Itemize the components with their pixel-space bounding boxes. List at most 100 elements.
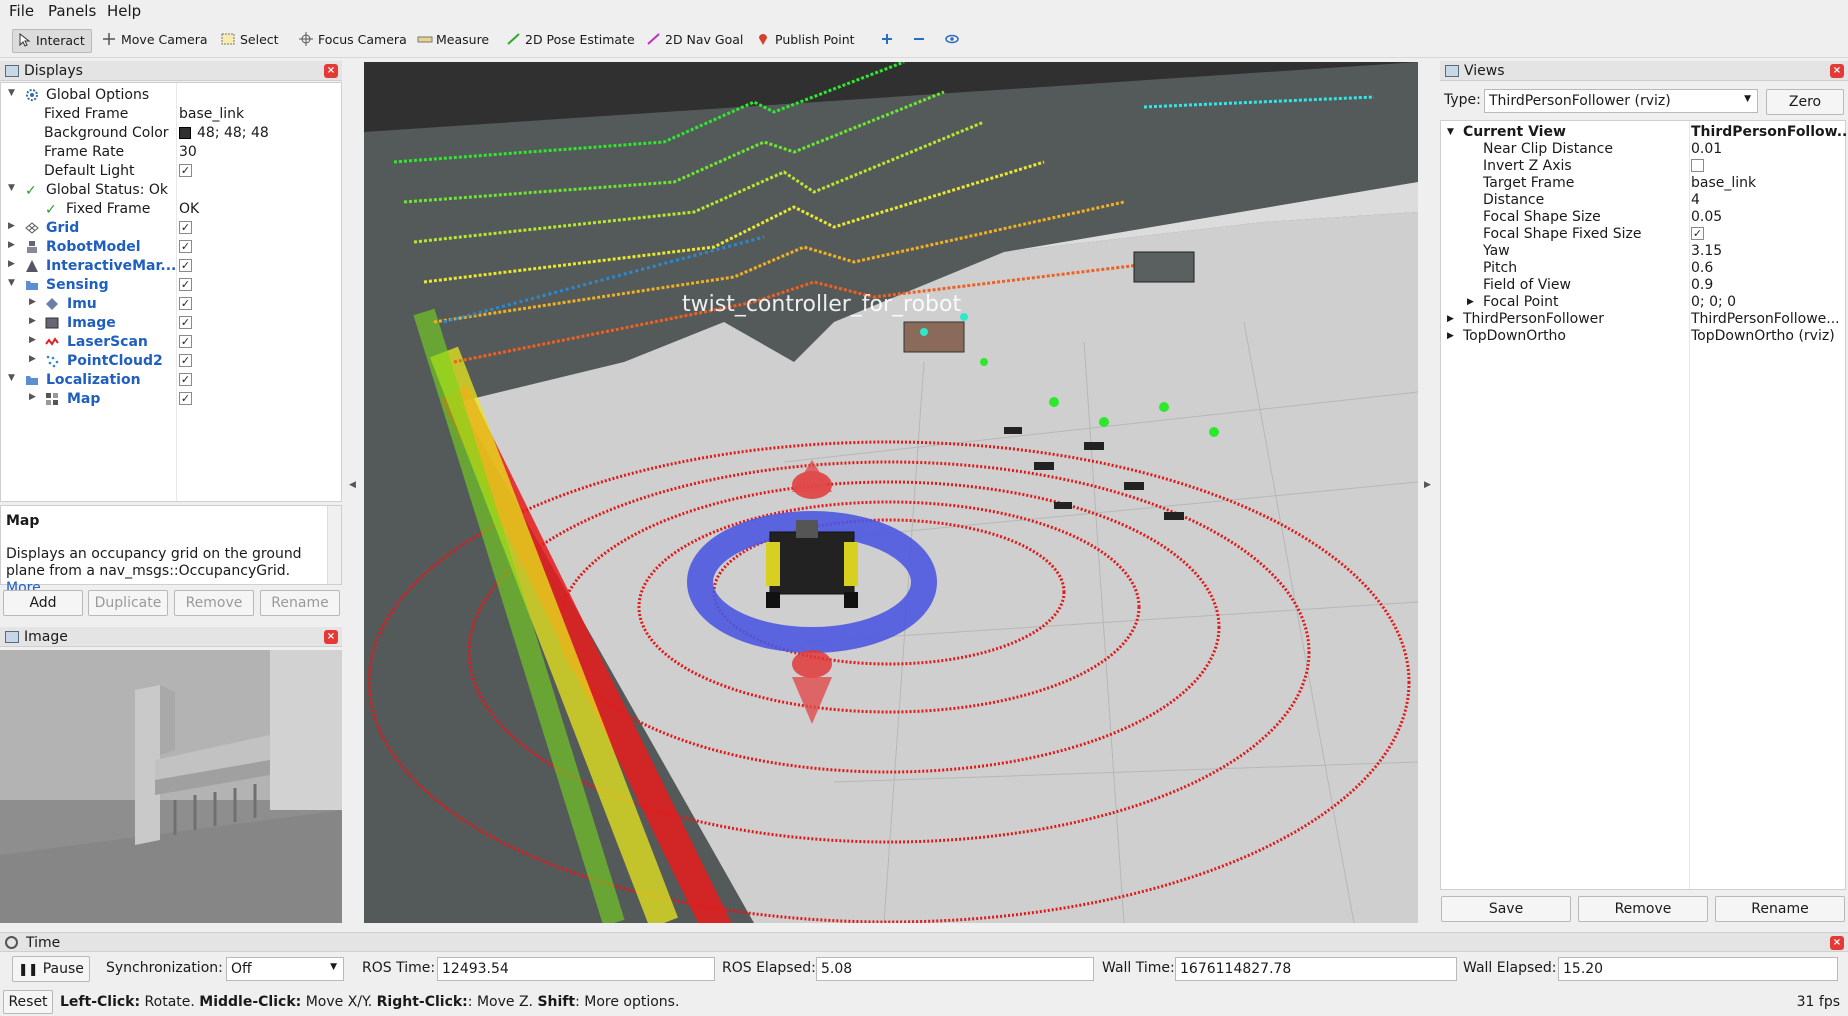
localization-checkbox[interactable]: ✓ — [179, 373, 192, 386]
tree-row-map[interactable]: ▶ Map ✓ — [1, 390, 341, 409]
tree-row-interactive-markers[interactable]: ▶ InteractiveMar... ✓ — [1, 257, 341, 276]
tree-row-localization[interactable]: ▼ Localization ✓ — [1, 371, 341, 390]
expand-arrow-icon[interactable]: ▼ — [8, 373, 15, 383]
close-icon[interactable]: × — [1830, 64, 1844, 78]
tree-row-sensing[interactable]: ▼ Sensing ✓ — [1, 276, 341, 295]
tree-row-pointcloud2[interactable]: ▶ PointCloud2 ✓ — [1, 352, 341, 371]
remove-display-button[interactable]: Remove — [174, 590, 254, 616]
color-swatch[interactable] — [179, 127, 191, 139]
collapse-arrow-icon[interactable]: ▶ — [1447, 314, 1454, 324]
interact-tool-button[interactable]: Interact — [12, 29, 92, 53]
move-camera-tool-button[interactable]: Move Camera — [98, 29, 214, 53]
wall-time-field[interactable]: 1676114827.78 — [1175, 957, 1457, 981]
collapse-arrow-icon[interactable]: ▶ — [29, 335, 36, 345]
collapse-arrow-icon[interactable]: ▶ — [29, 392, 36, 402]
focal-shape-fixed-checkbox[interactable]: ✓ — [1691, 227, 1704, 240]
select-tool-button[interactable]: Select — [217, 29, 285, 53]
view-row-near-clip[interactable]: Near Clip Distance 0.01 — [1441, 141, 1845, 158]
tree-row-grid[interactable]: ▶ Grid ✓ — [1, 219, 341, 238]
collapse-arrow-icon[interactable]: ▶ — [8, 259, 15, 269]
pause-button[interactable]: ❚❚ Pause — [12, 956, 90, 982]
collapse-arrow-icon[interactable]: ▶ — [29, 316, 36, 326]
collapse-arrow-icon[interactable]: ▶ — [1467, 297, 1474, 307]
frame-rate-value[interactable]: 30 — [179, 144, 197, 160]
tree-row-global-status[interactable]: ▼ ✓ Global Status: Ok — [1, 181, 341, 200]
close-icon[interactable]: × — [324, 64, 338, 78]
publish-point-tool-button[interactable]: Publish Point — [752, 29, 861, 53]
pose-estimate-tool-button[interactable]: 2D Pose Estimate — [502, 29, 641, 53]
save-view-button[interactable]: Save — [1441, 896, 1571, 922]
remove-view-button[interactable]: Remove — [1578, 896, 1708, 922]
view-row-pitch[interactable]: Pitch 0.6 — [1441, 260, 1845, 277]
expand-arrow-icon[interactable]: ▼ — [1447, 127, 1454, 137]
menu-file[interactable]: File — [9, 2, 34, 20]
right-splitter[interactable]: ▶ — [1420, 62, 1436, 923]
imu-checkbox[interactable]: ✓ — [179, 297, 192, 310]
view-row-target-frame[interactable]: Target Frame base_link — [1441, 175, 1845, 192]
left-splitter[interactable]: ◀ — [344, 62, 362, 923]
collapse-arrow-icon[interactable]: ▶ — [1447, 331, 1454, 341]
laserscan-checkbox[interactable]: ✓ — [179, 335, 192, 348]
zero-button[interactable]: Zero — [1766, 89, 1844, 115]
map-checkbox[interactable]: ✓ — [179, 392, 192, 405]
tree-row-status-fixed-frame[interactable]: ✓ Fixed Frame OK — [1, 200, 341, 219]
grid-checkbox[interactable]: ✓ — [179, 221, 192, 234]
nav-goal-tool-button[interactable]: 2D Nav Goal — [642, 29, 749, 53]
view-row-focal-point[interactable]: ▶ Focal Point 0; 0; 0 — [1441, 294, 1845, 311]
view-row-field-of-view[interactable]: Field of View 0.9 — [1441, 277, 1845, 294]
view-row-yaw[interactable]: Yaw 3.15 — [1441, 243, 1845, 260]
tree-row-laserscan[interactable]: ▶ LaserScan ✓ — [1, 333, 341, 352]
rename-display-button[interactable]: Rename — [260, 590, 340, 616]
tree-row-default-light[interactable]: Default Light ✓ — [1, 162, 341, 181]
fixed-frame-value[interactable]: base_link — [179, 106, 244, 122]
ros-time-field[interactable]: 12493.54 — [437, 957, 715, 981]
invert-z-checkbox[interactable] — [1691, 159, 1704, 172]
expand-arrow-icon[interactable]: ▼ — [8, 278, 15, 288]
collapse-arrow-icon[interactable]: ▶ — [29, 354, 36, 364]
duplicate-display-button[interactable]: Duplicate — [88, 590, 168, 616]
synchronization-select[interactable]: Off ▼ — [226, 957, 344, 981]
view-row-distance[interactable]: Distance 4 — [1441, 192, 1845, 209]
view-row-top-down-ortho[interactable]: ▶ TopDownOrtho TopDownOrtho (rviz) — [1441, 328, 1845, 345]
close-icon[interactable]: × — [1830, 936, 1844, 950]
reset-button[interactable]: Reset — [3, 990, 53, 1014]
expand-arrow-icon[interactable]: ▼ — [8, 88, 15, 98]
ros-elapsed-field[interactable]: 5.08 — [816, 957, 1094, 981]
render-3d-view[interactable]: twist_controller_for_robot — [364, 62, 1418, 923]
expand-arrow-icon[interactable]: ▼ — [8, 183, 15, 193]
description-scrollbar[interactable] — [327, 506, 341, 584]
tree-row-fixed-frame[interactable]: Fixed Frame base_link — [1, 105, 341, 124]
tree-row-image[interactable]: ▶ Image ✓ — [1, 314, 341, 333]
collapse-arrow-icon[interactable]: ▶ — [8, 221, 15, 231]
view-row-third-person-follower[interactable]: ▶ ThirdPersonFollower ThirdPersonFollowe… — [1441, 311, 1845, 328]
view-row-invert-z[interactable]: Invert Z Axis — [1441, 158, 1845, 175]
sensing-checkbox[interactable]: ✓ — [179, 278, 192, 291]
interactive-markers-checkbox[interactable]: ✓ — [179, 259, 192, 272]
background-color-value[interactable]: 48; 48; 48 — [197, 125, 269, 141]
view-type-select[interactable]: ThirdPersonFollower (rviz) ▼ — [1484, 89, 1758, 113]
add-display-button[interactable]: Add — [3, 590, 83, 616]
robot-model-checkbox[interactable]: ✓ — [179, 240, 192, 253]
pointcloud2-checkbox[interactable]: ✓ — [179, 354, 192, 367]
tree-row-background-color[interactable]: Background Color 48; 48; 48 — [1, 124, 341, 143]
wall-elapsed-field[interactable]: 15.20 — [1558, 957, 1838, 981]
image-checkbox[interactable]: ✓ — [179, 316, 192, 329]
view-row-focal-shape-size[interactable]: Focal Shape Size 0.05 — [1441, 209, 1845, 226]
view-row-current-view[interactable]: ▼ Current View ThirdPersonFollow... — [1441, 124, 1848, 141]
tree-row-frame-rate[interactable]: Frame Rate 30 — [1, 143, 341, 162]
view-row-focal-shape-fixed[interactable]: Focal Shape Fixed Size ✓ — [1441, 226, 1845, 243]
default-light-checkbox[interactable]: ✓ — [179, 164, 192, 177]
tree-row-global-options[interactable]: ▼ Global Options — [1, 86, 341, 105]
menu-help[interactable]: Help — [107, 2, 141, 20]
add-tool-button[interactable] — [876, 29, 905, 53]
menu-panels[interactable]: Panels — [48, 2, 96, 20]
remove-tool-button[interactable] — [908, 29, 937, 53]
rename-view-button[interactable]: Rename — [1715, 896, 1845, 922]
focus-camera-tool-button[interactable]: Focus Camera — [295, 29, 413, 53]
collapse-arrow-icon[interactable]: ▶ — [29, 297, 36, 307]
tree-row-imu[interactable]: ▶ Imu ✓ — [1, 295, 341, 314]
collapse-arrow-icon[interactable]: ▶ — [8, 240, 15, 250]
tool-properties-button[interactable] — [940, 29, 969, 53]
tree-row-robot-model[interactable]: ▶ RobotModel ✓ — [1, 238, 341, 257]
measure-tool-button[interactable]: Measure — [413, 29, 495, 53]
